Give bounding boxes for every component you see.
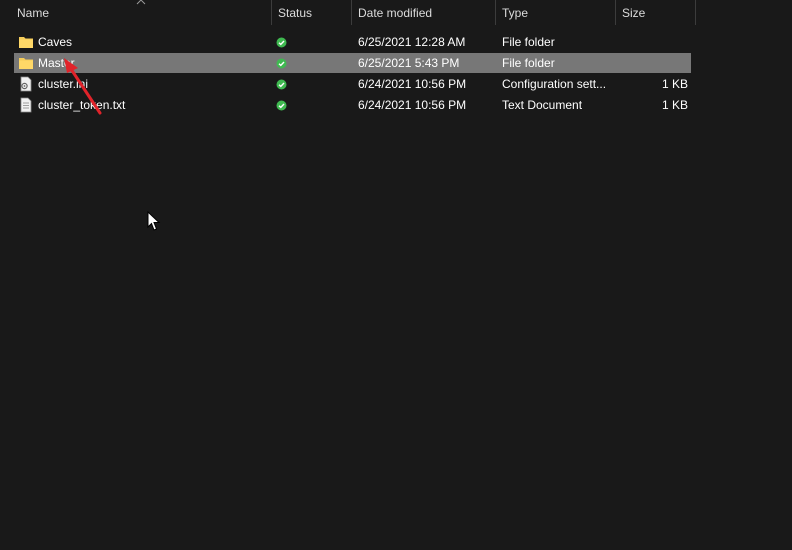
column-divider[interactable]: [271, 0, 272, 25]
column-header-type[interactable]: Type: [502, 0, 528, 25]
file-date-modified: 6/25/2021 5:43 PM: [358, 56, 460, 70]
file-row[interactable]: Caves 6/25/2021 12:28 AM File folder: [14, 32, 691, 52]
file-date-modified: 6/25/2021 12:28 AM: [358, 35, 466, 49]
synced-check-icon: [276, 37, 287, 48]
mouse-cursor-icon: [147, 211, 161, 231]
file-name: Master: [38, 56, 75, 70]
sort-ascending-icon: [136, 0, 146, 5]
file-name: cluster.ini: [38, 77, 89, 91]
column-header-size[interactable]: Size: [622, 0, 645, 25]
file-type: Configuration sett...: [502, 77, 607, 91]
file-size: 1 KB: [661, 77, 688, 91]
file-type: File folder: [502, 56, 555, 70]
file-name: cluster_token.txt: [38, 98, 126, 112]
file-name: Caves: [38, 35, 73, 49]
column-divider[interactable]: [695, 0, 696, 25]
file-date-modified: 6/24/2021 10:56 PM: [358, 98, 467, 112]
column-divider[interactable]: [615, 0, 616, 25]
file-row[interactable]: cluster.ini 6/24/2021 10:56 PM Configurati…: [14, 74, 691, 94]
file-date-modified: 6/24/2021 10:56 PM: [358, 77, 467, 91]
synced-check-icon: [276, 100, 287, 111]
column-header-name[interactable]: Name: [17, 0, 49, 25]
column-header-status[interactable]: Status: [278, 0, 312, 25]
column-header-date-modified[interactable]: Date modified: [358, 0, 432, 25]
synced-check-icon: [276, 58, 287, 69]
column-divider[interactable]: [351, 0, 352, 25]
column-divider[interactable]: [495, 0, 496, 25]
file-type: File folder: [502, 35, 555, 49]
synced-check-icon: [276, 79, 287, 90]
column-header-bar: Name Status Date modified Type Size: [0, 0, 792, 25]
file-type: Text Document: [502, 98, 583, 112]
file-row[interactable]: Master 6/25/2021 5:43 PM File folder: [14, 53, 691, 73]
file-size: 1 KB: [661, 98, 688, 112]
file-row[interactable]: cluster_token.txt 6/24/2021 10:56 PM Text …: [14, 95, 691, 115]
